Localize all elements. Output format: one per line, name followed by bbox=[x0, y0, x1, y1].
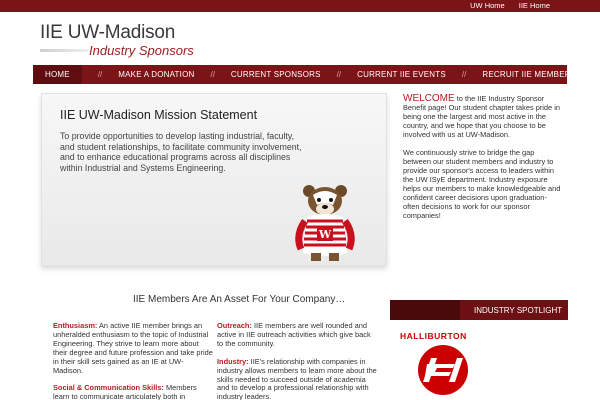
halliburton-logo-icon[interactable] bbox=[417, 344, 469, 396]
member-asset-text: An active IIE member brings an unheralde… bbox=[53, 321, 213, 375]
nav-separator: // bbox=[210, 70, 215, 79]
industry-spotlight-header: INDUSTRY SPOTLIGHT bbox=[390, 300, 568, 320]
member-asset-term: Outreach: bbox=[217, 321, 252, 330]
nav-current-events[interactable]: Current IIE Events bbox=[357, 70, 446, 79]
member-asset-term: Industry: bbox=[217, 356, 249, 366]
member-asset-item: Industry: IIE's relationship with compan… bbox=[217, 356, 377, 400]
nav-separator: // bbox=[97, 70, 103, 79]
welcome-paragraph-2: We continuously strive to bridge the gap… bbox=[403, 148, 561, 220]
logo-divider bbox=[40, 49, 88, 52]
site-title[interactable]: IIE UW-Madison bbox=[40, 22, 175, 44]
nav-home[interactable]: Home bbox=[33, 65, 82, 84]
spotlight-title: INDUSTRY SPOTLIGHT bbox=[474, 305, 563, 315]
member-asset-term: Social & Communication Skills: bbox=[53, 383, 164, 393]
uw-home-link[interactable]: UW Home bbox=[470, 0, 505, 12]
mission-title: IIE UW-Madison Mission Statement bbox=[60, 108, 258, 122]
top-links: UW Home IIE Home bbox=[470, 0, 550, 12]
main-nav: Home // Make a Donation // Current Spons… bbox=[33, 65, 576, 84]
members-section-title: IIE Members Are An Asset For Your Compan… bbox=[133, 294, 346, 305]
bucky-badger-mascot-image: W bbox=[295, 185, 355, 261]
nav-current-sponsors[interactable]: Current Sponsors bbox=[231, 70, 321, 79]
members-right-column: Outreach: IIE members are well rounded a… bbox=[217, 321, 377, 400]
member-asset-item: Outreach: IIE members are well rounded a… bbox=[217, 321, 377, 349]
member-asset-term: Enthusiasm: bbox=[53, 321, 98, 330]
iie-home-link[interactable]: IIE Home bbox=[519, 0, 550, 12]
svg-text:W: W bbox=[318, 228, 332, 241]
nav-separator: // bbox=[461, 70, 467, 79]
nav-make-donation[interactable]: Make a Donation bbox=[118, 70, 194, 79]
nav-recruit-members[interactable]: Recruit IIE Members bbox=[482, 70, 576, 79]
nav-separator: // bbox=[336, 70, 342, 79]
site-subtitle: Industry Sponsors bbox=[89, 43, 194, 58]
halliburton-wordmark[interactable]: HALLIBURTON bbox=[400, 331, 467, 341]
member-asset-item: Enthusiasm: An active IIE member brings … bbox=[53, 321, 213, 375]
mission-text: To provide opportunities to develop last… bbox=[60, 131, 302, 173]
member-asset-item: Social & Communication Skills: Members l… bbox=[53, 383, 213, 400]
welcome-text: WELCOME to the IIE Industry Sponsor Bene… bbox=[403, 94, 563, 221]
members-left-column: Enthusiasm: An active IIE member brings … bbox=[53, 321, 213, 400]
